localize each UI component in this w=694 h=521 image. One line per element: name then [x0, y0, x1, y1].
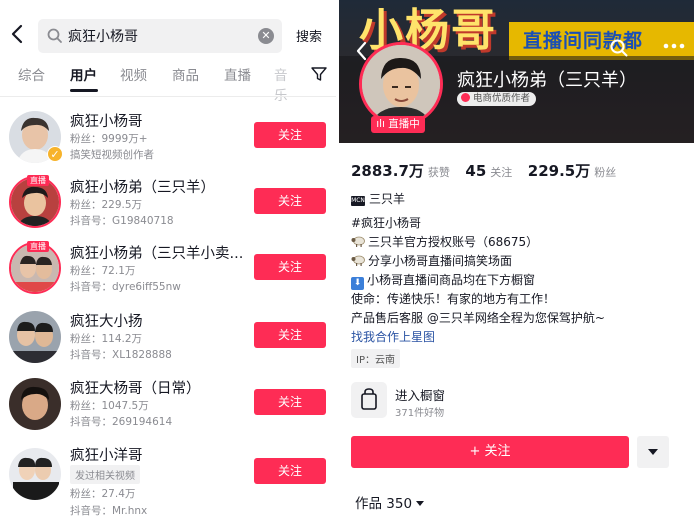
badge-label: 电商优质作者 [473, 93, 531, 104]
shop-window-entry[interactable]: 进入橱窗 371件好物 [351, 382, 686, 422]
down-arrow-icon: ⬇ [351, 277, 364, 290]
user-id: 抖音号：G19840718 [70, 215, 174, 227]
profile-bio: #疯狂小杨哥 三只羊官方授权账号（68675） 分享小杨哥直播间搞笑场面 ⬇ 小杨… [351, 214, 691, 347]
user-name: 疯狂小杨弟（三只羊） [70, 180, 215, 196]
fans-label: 粉丝 [594, 166, 617, 179]
following-label: 关注 [490, 166, 513, 179]
shop-bag-icon [351, 382, 387, 418]
fans-stat[interactable]: 229.5万 粉丝 [528, 162, 617, 180]
sheep-icon [351, 236, 365, 247]
avatar [9, 378, 61, 430]
creator-badge[interactable]: 电商优质作者 [457, 92, 537, 106]
user-name: 疯狂小杨哥 [70, 114, 143, 130]
sheep-icon [351, 255, 365, 266]
live-status-badge[interactable]: ılı 直播中 [371, 116, 425, 133]
bio-line: 使命：传递快乐！有家的地方有工作！ [351, 292, 556, 306]
team-name: 三只羊 [369, 192, 406, 206]
cooperation-link[interactable]: 找我合作上星图 [351, 328, 691, 347]
user-name: 疯狂小洋哥 [70, 448, 143, 464]
profile-panel: 小杨哥 直播间同款都 ılı 直播中 疯狂小杨弟（三只羊） 电商优质作者 288… [339, 0, 694, 521]
search-results-panel: 疯狂小杨哥 ✕ 搜索 综合 用户 视频 商品 直播 音乐 ✓ 疯狂小杨哥 粉丝：… [0, 0, 336, 521]
likes-stat: 2883.7万 获赞 [351, 162, 450, 180]
likes-label: 获赞 [427, 166, 450, 179]
tab-videos[interactable]: 视频 [120, 64, 147, 84]
user-fans: 粉丝：114.2万 [70, 333, 143, 345]
tab-live[interactable]: 直播 [224, 64, 251, 84]
tab-music[interactable]: 音乐 [274, 64, 300, 104]
verified-icon: ✓ [47, 146, 63, 162]
follow-button[interactable]: 关注 [254, 254, 326, 280]
follow-button[interactable]: 关注 [254, 122, 326, 148]
search-query-text[interactable]: 疯狂小杨哥 [68, 26, 138, 46]
following-count: 45 [465, 162, 487, 180]
user-id: 抖音号：269194614 [70, 416, 173, 428]
user-id: 抖音号：XL1828888 [70, 349, 172, 361]
ip-location-tag: IP：云南 [351, 349, 400, 368]
more-icon[interactable] [663, 42, 685, 50]
shop-item-count: 371件好物 [395, 408, 445, 419]
bio-text: 小杨哥直播间商品均在下方橱窗 [367, 273, 536, 287]
fans-count: 229.5万 [527, 162, 591, 180]
user-fans: 粉丝：229.5万 [70, 199, 143, 211]
following-stat[interactable]: 45 关注 [465, 162, 513, 180]
live-label: 直播中 [388, 118, 420, 130]
user-fans: 粉丝：27.4万 [70, 488, 136, 500]
filter-icon[interactable] [310, 65, 328, 83]
follow-button[interactable]: 关注 [254, 322, 326, 348]
back-arrow-icon[interactable] [8, 22, 28, 46]
user-fans: 粉丝：72.1万 [70, 265, 136, 277]
profile-avatar[interactable] [359, 42, 443, 126]
related-video-tag: 发过相关视频 [70, 465, 140, 484]
user-fans: 粉丝：9999万+ [70, 133, 148, 145]
search-icon[interactable] [609, 38, 629, 58]
badge-icon [461, 93, 470, 102]
avatar [9, 448, 61, 500]
user-fans: 粉丝：1047.5万 [70, 400, 149, 412]
profile-name: 疯狂小杨弟（三只羊） [457, 70, 637, 91]
tab-general[interactable]: 综合 [18, 64, 45, 84]
tab-products[interactable]: 商品 [172, 64, 199, 84]
works-label: 作品 350 [355, 496, 413, 512]
follow-button[interactable]: + 关注 [351, 436, 629, 468]
caret-down-icon [416, 501, 425, 506]
live-badge: 直播 [27, 241, 49, 252]
bio-line: 产品售后客服 @三只羊网络全程为您保驾护航~ [351, 311, 605, 325]
caret-down-icon [648, 449, 658, 455]
shop-title: 进入橱窗 [395, 388, 446, 403]
likes-count: 2883.7万 [351, 162, 424, 180]
live-badge: 直播 [27, 175, 49, 186]
search-icon [47, 28, 62, 43]
user-name: 疯狂小杨弟（三只羊小卖... [70, 246, 244, 262]
user-id: 抖音号：Mr.hnx [70, 505, 148, 517]
follow-button[interactable]: 关注 [254, 188, 326, 214]
bio-text: 三只羊官方授权账号（68675） [368, 235, 539, 249]
profile-stats: 2883.7万 获赞 45 关注 229.5万 粉丝 [351, 160, 691, 181]
mcn-team[interactable]: MCN 三只羊 [351, 190, 405, 207]
follow-button[interactable]: 关注 [254, 458, 326, 484]
clear-icon[interactable]: ✕ [258, 28, 274, 44]
divider [0, 96, 336, 97]
live-icon: ılı [376, 118, 389, 130]
bio-line: ⬇ 小杨哥直播间商品均在下方橱窗 [351, 271, 691, 290]
more-options-button[interactable] [637, 436, 669, 468]
follow-button[interactable]: 关注 [254, 389, 326, 415]
search-button[interactable]: 搜索 [296, 26, 322, 45]
search-tabs: 综合 用户 视频 商品 直播 音乐 [0, 64, 336, 104]
user-description: 搞笑短视频创作者 [70, 149, 154, 161]
user-name: 疯狂大小扬 [70, 314, 143, 330]
avatar [9, 311, 61, 363]
user-name: 疯狂大杨哥（日常） [70, 381, 201, 397]
works-tab[interactable]: 作品 350 [355, 492, 425, 512]
bio-line: 分享小杨哥直播间搞笑场面 [351, 252, 691, 271]
user-id: 抖音号：dyre6iff55nw [70, 281, 181, 293]
bio-line: 三只羊官方授权账号（68675） [351, 233, 691, 252]
tab-users[interactable]: 用户 [70, 64, 97, 84]
active-tab-indicator [70, 89, 98, 92]
search-input[interactable]: 疯狂小杨哥 ✕ [38, 19, 282, 53]
bio-text: 分享小杨哥直播间搞笑场面 [368, 254, 513, 268]
mcn-icon: MCN [351, 196, 365, 206]
bio-hashtag[interactable]: #疯狂小杨哥 [351, 214, 691, 233]
